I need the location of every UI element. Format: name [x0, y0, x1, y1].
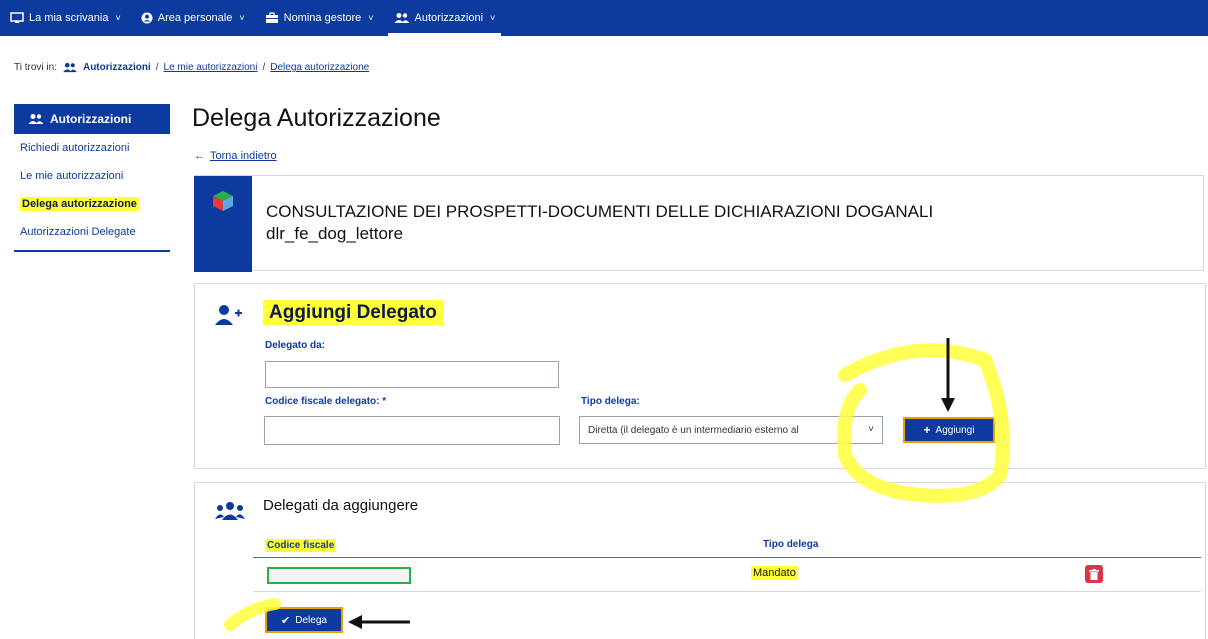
table-row: Mandato: [253, 559, 1201, 592]
nav-label: La mia scrivania: [29, 12, 109, 24]
codice-fiscale-delegato-input[interactable]: [264, 416, 560, 445]
delega-button-label: Delega: [295, 614, 327, 626]
tipo-delega-label: Tipo delega:: [581, 396, 640, 407]
user-circle-icon: [141, 12, 153, 24]
breadcrumb-separator: /: [262, 62, 266, 73]
plus-icon: +: [923, 423, 931, 437]
delegates-to-add-section: Delegati da aggiungere Codice fiscale Ti…: [194, 482, 1206, 639]
sidebar-item-label: Richiedi autorizzazioni: [20, 142, 130, 154]
sidebar-item-richiedi-autorizzazioni[interactable]: Richiedi autorizzazioni: [14, 134, 170, 162]
codice-fiscale-cell: [267, 567, 411, 584]
trash-icon: [1089, 568, 1099, 580]
page-title: Delega Autorizzazione: [192, 104, 441, 132]
tipo-delega-select[interactable]: Diretta (il delegato è un intermediario …: [579, 416, 883, 444]
top-navigation-bar: La mia scrivania ˅ Area personale ˅ Nomi…: [0, 0, 1208, 36]
delegato-da-input[interactable]: [265, 361, 559, 388]
breadcrumb-item-delega-autorizzazione[interactable]: Delega autorizzazione: [270, 62, 369, 73]
breadcrumb-item-autorizzazioni[interactable]: Autorizzazioni: [83, 62, 151, 73]
users-group-icon: [215, 502, 245, 520]
user-plus-icon: [215, 305, 242, 325]
breadcrumb-prefix: Ti trovi in:: [14, 62, 57, 73]
cube-icon: [213, 191, 233, 211]
nav-label: Nomina gestore: [283, 12, 362, 24]
delegates-title: Delegati da aggiungere: [263, 497, 419, 514]
breadcrumb: Ti trovi in: Autorizzazioni / Le mie aut…: [14, 62, 369, 73]
back-link[interactable]: ← Torna indietro: [194, 150, 277, 162]
delegato-da-label: Delegato da:: [265, 340, 326, 351]
nav-item-la-mia-scrivania[interactable]: La mia scrivania ˅: [0, 0, 131, 36]
briefcase-icon: [265, 12, 278, 23]
add-delegate-section: Aggiungi Delegato Delegato da: Codice fi…: [194, 283, 1206, 469]
users-icon: [394, 13, 410, 23]
sidebar-item-autorizzazioni-delegate[interactable]: Autorizzazioni Delegate: [14, 218, 170, 252]
sidebar-title: Autorizzazioni: [50, 112, 132, 126]
tipo-delega-cell: Mandato: [751, 566, 798, 580]
tipo-delega-value: Mandato: [751, 566, 798, 580]
arrow-left-icon: ←: [194, 150, 205, 162]
chevron-down-icon: ˅: [868, 424, 874, 435]
sidebar-header[interactable]: Autorizzazioni: [14, 104, 170, 134]
add-delegate-title: Aggiungi Delegato: [263, 300, 443, 325]
sidebar-item-label: Le mie autorizzazioni: [20, 170, 124, 182]
nav-item-nomina-gestore[interactable]: Nomina gestore ˅: [255, 0, 384, 36]
chevron-down-icon: ˅: [115, 13, 121, 23]
codice-fiscale-delegato-label: Codice fiscale delegato: *: [265, 396, 387, 407]
chevron-down-icon: ˅: [368, 13, 374, 23]
users-icon: [28, 114, 44, 124]
monitor-icon: [10, 12, 24, 23]
add-delegate-button[interactable]: + Aggiungi: [903, 417, 995, 443]
authorization-name: CONSULTAZIONE DEI PROSPETTI-DOCUMENTI DE…: [266, 202, 934, 221]
tipo-delega-selected: Diretta (il delegato è un intermediario …: [588, 424, 799, 436]
add-delegate-title-text: Aggiungi Delegato: [263, 300, 443, 325]
sidebar-item-label: Delega autorizzazione: [20, 197, 139, 211]
nav-item-area-personale[interactable]: Area personale ˅: [131, 0, 255, 36]
add-delegate-button-label: Aggiungi: [935, 424, 975, 436]
column-header-codice-fiscale: Codice fiscale: [265, 539, 337, 552]
chevron-down-icon: ˅: [490, 13, 496, 23]
sidebar: Autorizzazioni Richiedi autorizzazioni L…: [14, 104, 170, 252]
sidebar-item-le-mie-autorizzazioni[interactable]: Le mie autorizzazioni: [14, 162, 170, 190]
users-icon: [63, 62, 77, 73]
column-header-tipo-delega: Tipo delega: [763, 539, 819, 550]
nav-label: Area personale: [157, 12, 233, 24]
back-link-label: Torna indietro: [210, 150, 277, 162]
delegates-table-header: Codice fiscale Tipo delega: [253, 529, 1201, 558]
breadcrumb-item-le-mie-autorizzazioni[interactable]: Le mie autorizzazioni: [164, 62, 258, 73]
nav-item-autorizzazioni[interactable]: Autorizzazioni ˅: [384, 0, 506, 36]
delete-row-button[interactable]: [1085, 565, 1103, 583]
breadcrumb-separator: /: [155, 62, 159, 73]
authorization-card: CONSULTAZIONE DEI PROSPETTI-DOCUMENTI DE…: [194, 175, 1204, 272]
nav-label: Autorizzazioni: [414, 12, 484, 24]
delega-button[interactable]: ✔ Delega: [265, 607, 343, 633]
check-icon: ✔: [281, 614, 291, 627]
chevron-down-icon: ˅: [239, 13, 245, 23]
sidebar-item-delega-autorizzazione[interactable]: Delega autorizzazione: [14, 190, 170, 218]
sidebar-item-label: Autorizzazioni Delegate: [20, 226, 136, 238]
authorization-code: dlr_fe_dog_lettore: [266, 224, 404, 243]
